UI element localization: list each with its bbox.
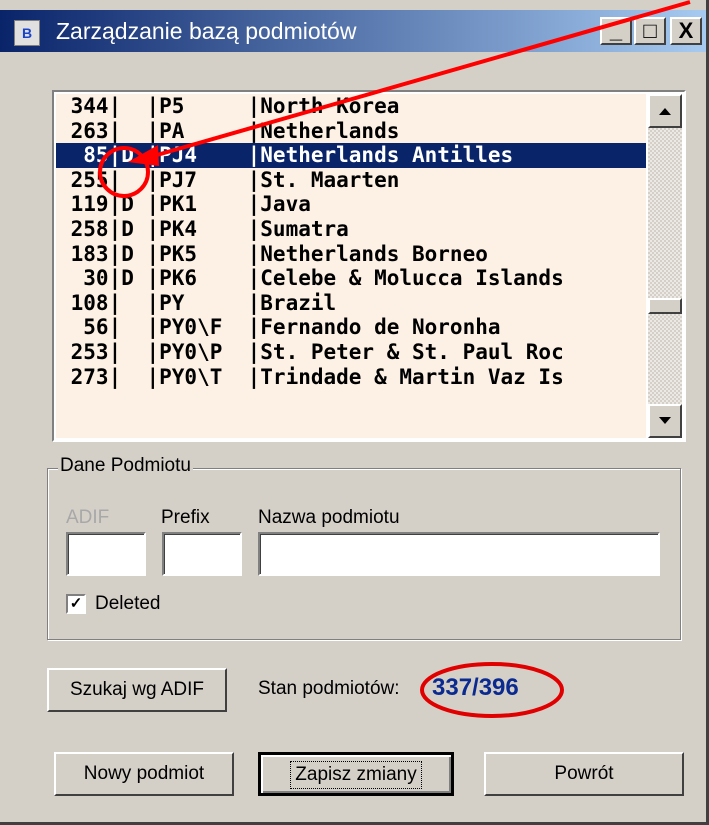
deleted-checkbox[interactable]: ✓ xyxy=(66,594,86,614)
app-icon: B xyxy=(14,20,40,46)
entity-listbox[interactable]: 344| |P5 |North Korea 263| |PA |Netherla… xyxy=(52,90,686,442)
list-item[interactable]: 273| |PY0\T |Trindade & Martin Vaz Is xyxy=(56,365,646,390)
arrow-down-icon xyxy=(659,417,671,424)
save-changes-button[interactable]: Zapisz zmiany xyxy=(258,752,454,796)
back-button[interactable]: Powrót xyxy=(484,752,684,796)
prefix-field[interactable] xyxy=(162,532,242,576)
adif-field[interactable] xyxy=(66,532,146,576)
scroll-up-button[interactable] xyxy=(648,94,682,128)
scroll-down-button[interactable] xyxy=(648,404,682,438)
scroll-thumb[interactable] xyxy=(648,298,682,314)
list-item[interactable]: 108| |PY |Brazil xyxy=(56,291,646,316)
list-item[interactable]: 56| |PY0\F |Fernando de Noronha xyxy=(56,315,646,340)
list-item[interactable]: 183|D |PK5 |Netherlands Borneo xyxy=(56,242,646,267)
list-items: 344| |P5 |North Korea 263| |PA |Netherla… xyxy=(56,94,646,438)
window-title: Zarządzanie bazą podmiotów xyxy=(56,18,357,44)
entity-count: 337/396 xyxy=(432,674,519,701)
search-adif-button[interactable]: Szukaj wg ADIF xyxy=(47,668,227,712)
list-item[interactable]: 119|D |PK1 |Java xyxy=(56,192,646,217)
name-field[interactable] xyxy=(258,532,660,576)
list-item[interactable]: 258|D |PK4 |Sumatra xyxy=(56,217,646,242)
list-item[interactable]: 344| |P5 |North Korea xyxy=(56,94,646,119)
new-entity-button[interactable]: Nowy podmiot xyxy=(54,752,234,796)
title-bar[interactable]: B Zarządzanie bazą podmiotów _ □ X xyxy=(0,10,706,52)
status-label: Stan podmiotów: xyxy=(258,678,400,699)
entity-data-group: Dane Podmiotu ADIF Prefix Nazwa podmiotu… xyxy=(47,455,681,640)
dialog-window: B Zarządzanie bazą podmiotów _ □ X 344| … xyxy=(0,0,709,825)
list-item[interactable]: 255| |PJ7 |St. Maarten xyxy=(56,168,646,193)
arrow-up-icon xyxy=(659,108,671,115)
list-item[interactable]: 253| |PY0\P |St. Peter & St. Paul Roc xyxy=(56,340,646,365)
deleted-label: Deleted xyxy=(95,593,161,614)
maximize-button[interactable]: □ xyxy=(634,17,666,45)
save-changes-label: Zapisz zmiany xyxy=(290,761,422,789)
prefix-label: Prefix xyxy=(161,507,210,528)
list-scrollbar[interactable] xyxy=(648,94,682,438)
group-legend: Dane Podmiotu xyxy=(58,455,193,477)
minimize-button[interactable]: _ xyxy=(600,17,632,45)
adif-label: ADIF xyxy=(66,507,110,528)
list-item[interactable]: 30|D |PK6 |Celebe & Molucca Islands xyxy=(56,266,646,291)
name-label: Nazwa podmiotu xyxy=(258,507,400,528)
list-item[interactable]: 263| |PA |Netherlands xyxy=(56,119,646,144)
close-button[interactable]: X xyxy=(670,17,702,45)
list-item-selected[interactable]: 85|D |PJ4 |Netherlands Antilles xyxy=(56,143,646,168)
